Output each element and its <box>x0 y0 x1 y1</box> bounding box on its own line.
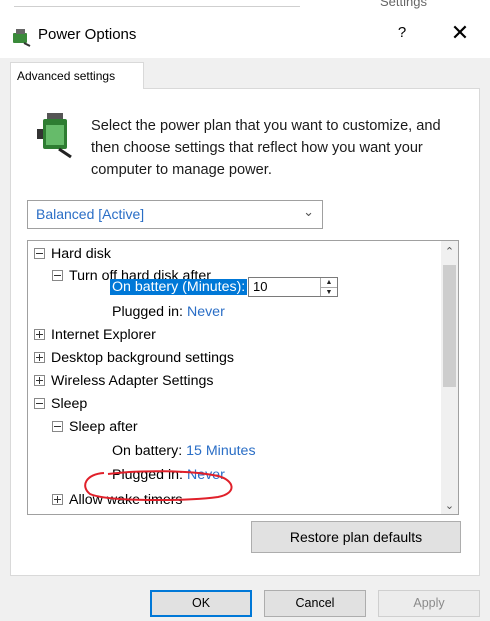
plugged-in-value[interactable]: Never <box>187 304 225 320</box>
expand-icon[interactable] <box>34 351 45 363</box>
expand-icon[interactable] <box>52 493 63 505</box>
collapse-icon[interactable] <box>34 397 45 409</box>
expand-icon[interactable] <box>34 374 45 386</box>
tree-item-plugged-in[interactable]: Plugged in: Never <box>112 303 225 321</box>
tab-advanced-settings[interactable]: Advanced settings <box>10 62 144 89</box>
power-options-icon <box>13 29 31 47</box>
settings-panel: Select the power plan that you want to c… <box>10 88 480 576</box>
spin-down-icon[interactable]: ▼ <box>321 288 337 297</box>
tree-item-internet-explorer[interactable]: Internet Explorer <box>34 326 156 344</box>
cancel-button[interactable]: Cancel <box>264 590 366 617</box>
chevron-down-icon[interactable]: ⌄ <box>441 499 458 512</box>
background-divider <box>14 6 300 7</box>
description-text: Select the power plan that you want to c… <box>91 118 441 178</box>
title-bar: Power Options ? ✕ <box>0 14 490 58</box>
ok-button[interactable]: OK <box>150 590 252 617</box>
restore-plan-defaults-button[interactable]: Restore plan defaults <box>251 521 461 553</box>
scrollbar-thumb[interactable] <box>443 265 456 387</box>
tree-scrollbar[interactable]: ⌃ ⌄ <box>441 241 458 514</box>
apply-button: Apply <box>378 590 480 617</box>
chevron-down-icon: ⌄ <box>303 204 314 219</box>
background-partial-text: Settings <box>380 0 427 9</box>
background-window-strip: Settings <box>0 0 490 14</box>
tree-item-sleep-after[interactable]: Sleep after <box>52 418 138 436</box>
collapse-icon[interactable] <box>52 269 63 281</box>
close-button[interactable]: ✕ <box>446 20 474 46</box>
window-title: Power Options <box>38 26 137 43</box>
chevron-up-icon[interactable]: ⌃ <box>441 245 458 258</box>
help-button[interactable]: ? <box>390 24 414 41</box>
collapse-icon[interactable] <box>34 247 45 259</box>
collapse-icon[interactable] <box>52 420 63 432</box>
red-circle-annotation <box>84 470 233 502</box>
on-battery-label[interactable]: On battery (Minutes): <box>110 278 248 296</box>
tree-item-sleep-on-battery[interactable]: On battery: 15 Minutes <box>112 442 256 460</box>
battery-plug-icon <box>37 113 72 159</box>
sleep-on-battery-value[interactable]: 15 Minutes <box>186 443 255 459</box>
tree-item-wireless-adapter[interactable]: Wireless Adapter Settings <box>34 372 213 390</box>
spin-up-icon[interactable]: ▲ <box>321 278 337 288</box>
power-plan-value: Balanced [Active] <box>36 206 145 222</box>
tree-item-sleep[interactable]: Sleep <box>34 395 87 413</box>
power-plan-dropdown[interactable]: Balanced [Active] ⌄ <box>27 200 323 229</box>
tree-item-hard-disk[interactable]: Hard disk <box>34 245 111 263</box>
spin-buttons[interactable]: ▲ ▼ <box>320 278 337 296</box>
on-battery-minutes-value[interactable]: 10 <box>253 279 267 294</box>
expand-icon[interactable] <box>34 328 45 340</box>
tree-item-desktop-background[interactable]: Desktop background settings <box>34 349 234 367</box>
on-battery-minutes-stepper[interactable]: 10 ▲ ▼ <box>248 277 338 297</box>
